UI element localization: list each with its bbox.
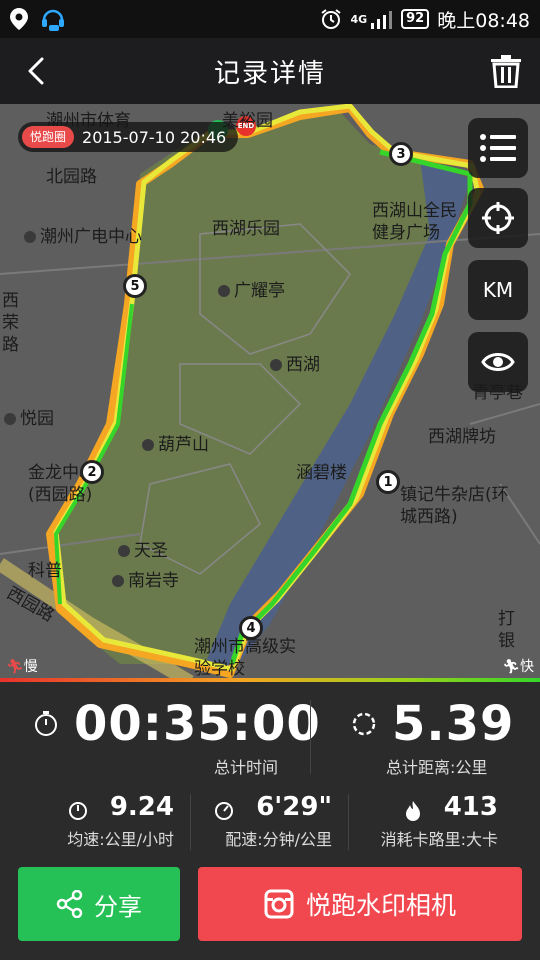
total-distance-value: 5.39: [392, 696, 515, 752]
divider: [310, 700, 311, 774]
total-distance-label: 总计距离:公里: [386, 758, 488, 777]
signal-icon: [371, 11, 393, 29]
map-label: 西湖: [270, 350, 320, 375]
map-label: 天圣: [118, 536, 168, 561]
end-marker: END: [237, 122, 255, 130]
avg-speed-stat: 9.24 均速:公里/小时: [4, 792, 174, 850]
crosshair-icon: [482, 202, 514, 234]
map-label: 南岩寺: [112, 566, 179, 591]
distance-ring-icon: [352, 712, 376, 736]
share-button[interactable]: 分享: [18, 867, 180, 941]
list-icon: [480, 134, 516, 162]
network-type: 4G: [350, 12, 368, 26]
delete-button[interactable]: [486, 50, 526, 92]
runner-slow-icon: 🏃︎: [6, 659, 24, 675]
map-label: 悦园: [4, 404, 54, 429]
total-time-value: 00:35:00: [74, 696, 321, 752]
record-timestamp: 悦跑圈 2015-07-10 20:46: [18, 122, 239, 152]
camera-label: 悦跑水印相机: [305, 891, 456, 920]
map-label: 西荣路: [2, 291, 19, 355]
pace-label: 配速:分钟/公里: [225, 830, 332, 849]
calories-label: 消耗卡路里:大卡: [380, 830, 498, 849]
pace-stat: 6'29" 配速:分钟/公里: [162, 792, 332, 850]
visibility-button[interactable]: [468, 332, 528, 392]
eye-icon: [481, 353, 515, 371]
map-label: 西湖乐园: [212, 219, 280, 239]
map-label: 镇记牛杂店(环城西路): [400, 485, 509, 527]
map-label: 广耀亭: [218, 276, 285, 301]
map-background: [0, 104, 540, 682]
status-bar: 4G 92 晚上08:48: [0, 0, 540, 38]
avg-speed-label: 均速:公里/小时: [67, 830, 174, 849]
watermark-camera-button[interactable]: 悦跑水印相机: [198, 867, 522, 941]
flame-icon: [405, 800, 420, 821]
km-marker: 3: [389, 142, 413, 166]
timestamp-text: 2015-07-10 20:46: [82, 127, 227, 147]
location-pin-icon: [10, 8, 28, 30]
app-header: 记录详情: [0, 38, 540, 104]
map-label: 科普: [28, 561, 62, 581]
total-distance-stat: 5.39: [352, 696, 514, 752]
alarm-icon: [321, 9, 342, 29]
runner-fast-icon: 🏃︎: [502, 659, 520, 675]
stats-panel: 00:35:00 总计时间 5.39 总计距离:公里 9.24 均速:公里/小时…: [0, 682, 540, 858]
map-label: 北园路: [46, 167, 97, 187]
battery-indicator: 92: [401, 9, 430, 29]
headset-app-icon: [42, 9, 64, 31]
map-label: 潮州广电中心: [24, 222, 142, 247]
pace-value: 6'29": [256, 792, 332, 822]
camera-icon: [264, 889, 294, 919]
map-label: 金龙中心(西园路): [28, 463, 96, 505]
km-marker: 1: [376, 470, 400, 494]
share-label: 分享: [94, 892, 142, 921]
map-label: 葫芦山: [142, 430, 209, 455]
total-time-label: 总计时间: [214, 758, 279, 777]
locate-button[interactable]: [468, 188, 528, 248]
map-label: 打银: [498, 609, 515, 651]
map-label: 涵碧楼: [296, 463, 347, 483]
pace-gauge-icon: [215, 801, 234, 820]
calories-value: 413: [443, 792, 498, 822]
speedometer-icon: [68, 801, 87, 820]
clock: 晚上08:48: [437, 9, 530, 32]
map-label: 西湖山全民健身广场: [372, 201, 457, 243]
map-label: 西湖牌坊: [428, 427, 496, 447]
brand-badge: 悦跑圈: [22, 126, 75, 148]
total-time-stat: 00:35:00: [34, 696, 321, 752]
trash-icon: [491, 55, 521, 88]
km-marker: 4: [239, 616, 263, 640]
page-title: 记录详情: [213, 58, 326, 89]
calories-stat: 413 消耗卡路里:大卡: [328, 792, 498, 850]
split-list-button[interactable]: [468, 118, 528, 178]
share-icon: [56, 890, 83, 918]
km-marker: 2: [80, 460, 104, 484]
speed-slow-label: 🏃︎慢: [6, 659, 38, 675]
route-map[interactable]: 潮州市体育 美裕园 北园路 潮州广电中心 西湖乐园 西湖山全民健身广场 广耀亭 …: [0, 104, 540, 682]
chevron-left-icon: [28, 57, 44, 85]
km-toggle-button[interactable]: KM: [468, 260, 528, 320]
stopwatch-icon: [35, 711, 57, 736]
km-marker: 5: [123, 274, 147, 298]
back-button[interactable]: [18, 52, 54, 90]
speed-fast-label: 🏃︎快: [502, 659, 534, 675]
